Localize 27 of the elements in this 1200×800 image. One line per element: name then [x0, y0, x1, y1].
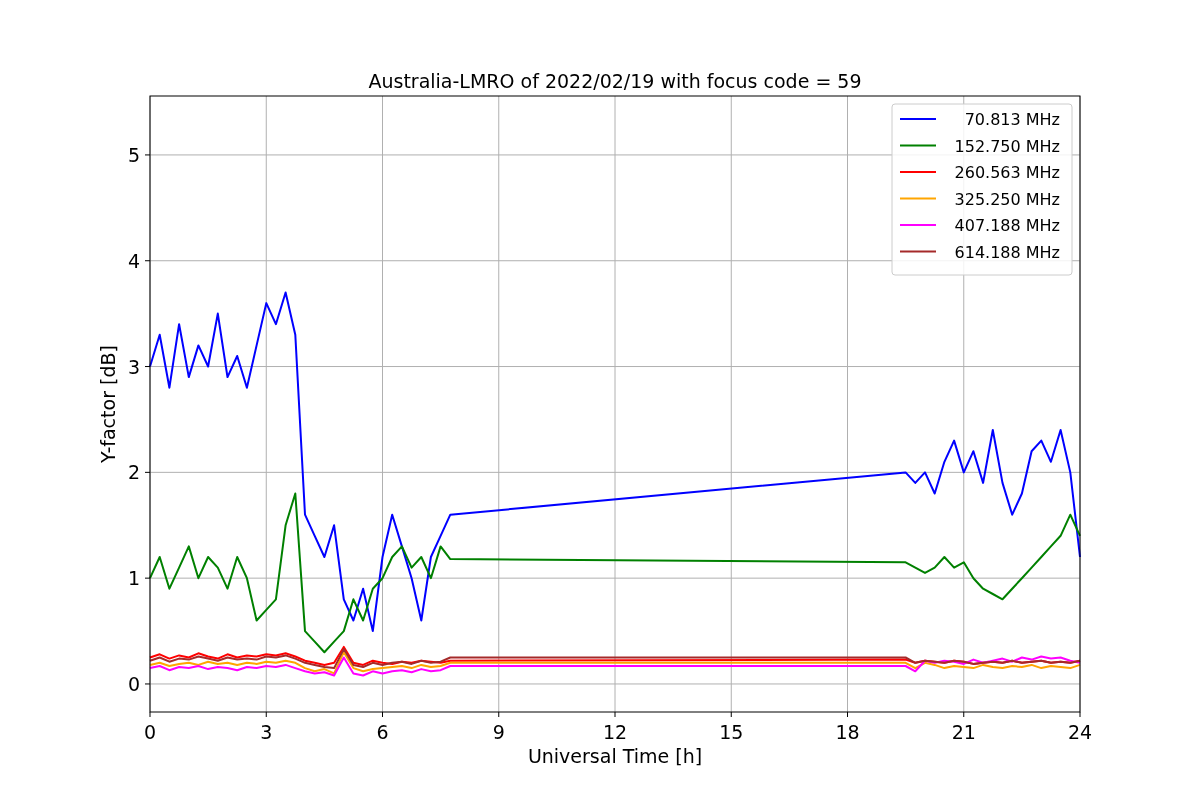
chart-title: Australia-LMRO of 2022/02/19 with focus code = 59	[368, 70, 862, 92]
tick-label: 15	[719, 721, 744, 743]
tick-label: 6	[376, 721, 389, 743]
legend-swatch	[899, 144, 937, 147]
tick-label: 18	[835, 721, 860, 743]
tick-label: 9	[492, 721, 505, 743]
tick-label: 3	[127, 355, 140, 378]
tick-label: 24	[1067, 721, 1093, 743]
legend-label: 260.563 MHz	[954, 163, 1060, 182]
tick-label: 21	[951, 721, 976, 743]
tick-label: 4	[127, 249, 140, 272]
tick-label: 3	[260, 721, 273, 743]
legend-label: 70.813 MHz	[964, 110, 1060, 129]
tick-label: 12	[602, 721, 628, 743]
legend-swatch	[899, 197, 937, 200]
legend-label: 152.750 MHz	[954, 136, 1060, 156]
axis-label: Universal Time [h]	[527, 745, 703, 767]
tick-label: 0	[127, 672, 140, 695]
tick-label: 2	[127, 461, 140, 484]
legend-label: 325.250 MHz	[954, 189, 1060, 209]
tick-label: 1	[127, 567, 140, 590]
axis-label: Y-factor [dB]	[97, 345, 119, 463]
legend-label: 407.188 MHz	[954, 216, 1060, 235]
legend-swatch	[899, 250, 937, 253]
legend-label: 614.188 MHz	[954, 242, 1060, 262]
tick-label: 5	[127, 143, 140, 166]
tick-label: 0	[143, 721, 157, 743]
